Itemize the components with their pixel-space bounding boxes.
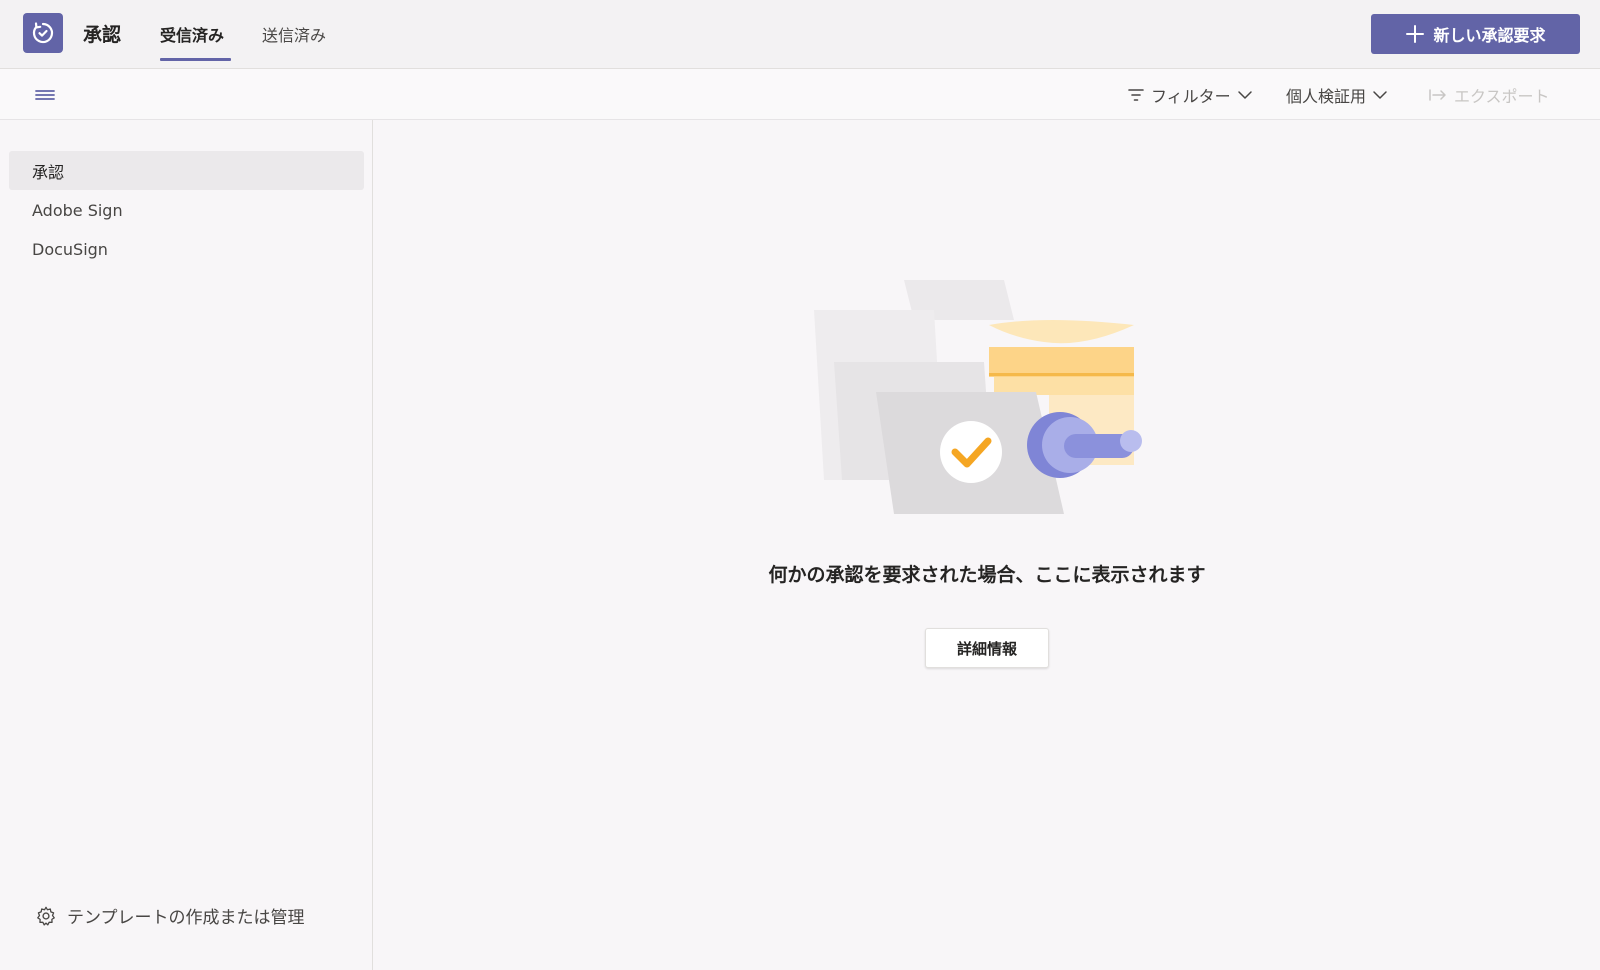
chevron-down-icon bbox=[1373, 91, 1387, 99]
filter-label: フィルター bbox=[1151, 87, 1231, 106]
environment-label: 個人検証用 bbox=[1286, 87, 1367, 106]
new-approval-request-label: 新しい承認要求 bbox=[1433, 26, 1546, 45]
sidebar: 承認 Adobe Sign DocuSign テンプレートの作成または管理 bbox=[0, 120, 373, 970]
app-header: 承認 受信済み 送信済み 新しい承認要求 bbox=[0, 0, 1600, 69]
environment-dropdown[interactable]: 個人検証用 bbox=[1286, 83, 1388, 107]
plus-icon bbox=[1406, 25, 1425, 43]
manage-templates-label: テンプレートの作成または管理 bbox=[67, 908, 305, 928]
new-approval-request-button[interactable]: 新しい承認要求 bbox=[1371, 14, 1580, 54]
approval-refresh-icon bbox=[32, 22, 54, 44]
main-content: 何かの承認を要求された場合、ここに表示されます 詳細情報 bbox=[374, 120, 1600, 970]
filter-button[interactable]: フィルター bbox=[1127, 83, 1253, 107]
app-title: 承認 bbox=[83, 24, 122, 46]
tab-received[interactable]: 受信済み bbox=[160, 22, 224, 62]
sidebar-item-label: 承認 bbox=[32, 162, 65, 182]
sidebar-item-label: Adobe Sign bbox=[32, 201, 123, 220]
more-details-label: 詳細情報 bbox=[956, 639, 1017, 658]
approval-documents-illustration bbox=[814, 280, 1142, 514]
export-icon bbox=[1429, 89, 1446, 101]
export-button[interactable]: エクスポート bbox=[1428, 83, 1550, 107]
tab-sent[interactable]: 送信済み bbox=[262, 22, 326, 62]
manage-templates-link[interactable]: テンプレートの作成または管理 bbox=[35, 903, 305, 928]
gear-icon bbox=[37, 906, 55, 926]
sidebar-item-label: DocuSign bbox=[32, 240, 108, 259]
sidebar-item-adobe-sign[interactable]: Adobe Sign bbox=[9, 191, 364, 230]
sidebar-item-docusign[interactable]: DocuSign bbox=[9, 230, 364, 269]
approvals-app-icon[interactable] bbox=[23, 13, 63, 53]
empty-state-message: 何かの承認を要求された場合、ここに表示されます bbox=[768, 564, 1206, 586]
export-label: エクスポート bbox=[1454, 87, 1550, 106]
more-details-button[interactable]: 詳細情報 bbox=[925, 628, 1049, 668]
active-tab-indicator bbox=[160, 58, 231, 61]
toolbar: フィルター 個人検証用 エクスポート bbox=[0, 69, 1600, 120]
chevron-down-icon bbox=[1237, 91, 1252, 99]
filter-icon bbox=[1128, 89, 1144, 101]
hamburger-icon[interactable] bbox=[34, 86, 56, 104]
sidebar-item-approvals[interactable]: 承認 bbox=[9, 151, 364, 190]
